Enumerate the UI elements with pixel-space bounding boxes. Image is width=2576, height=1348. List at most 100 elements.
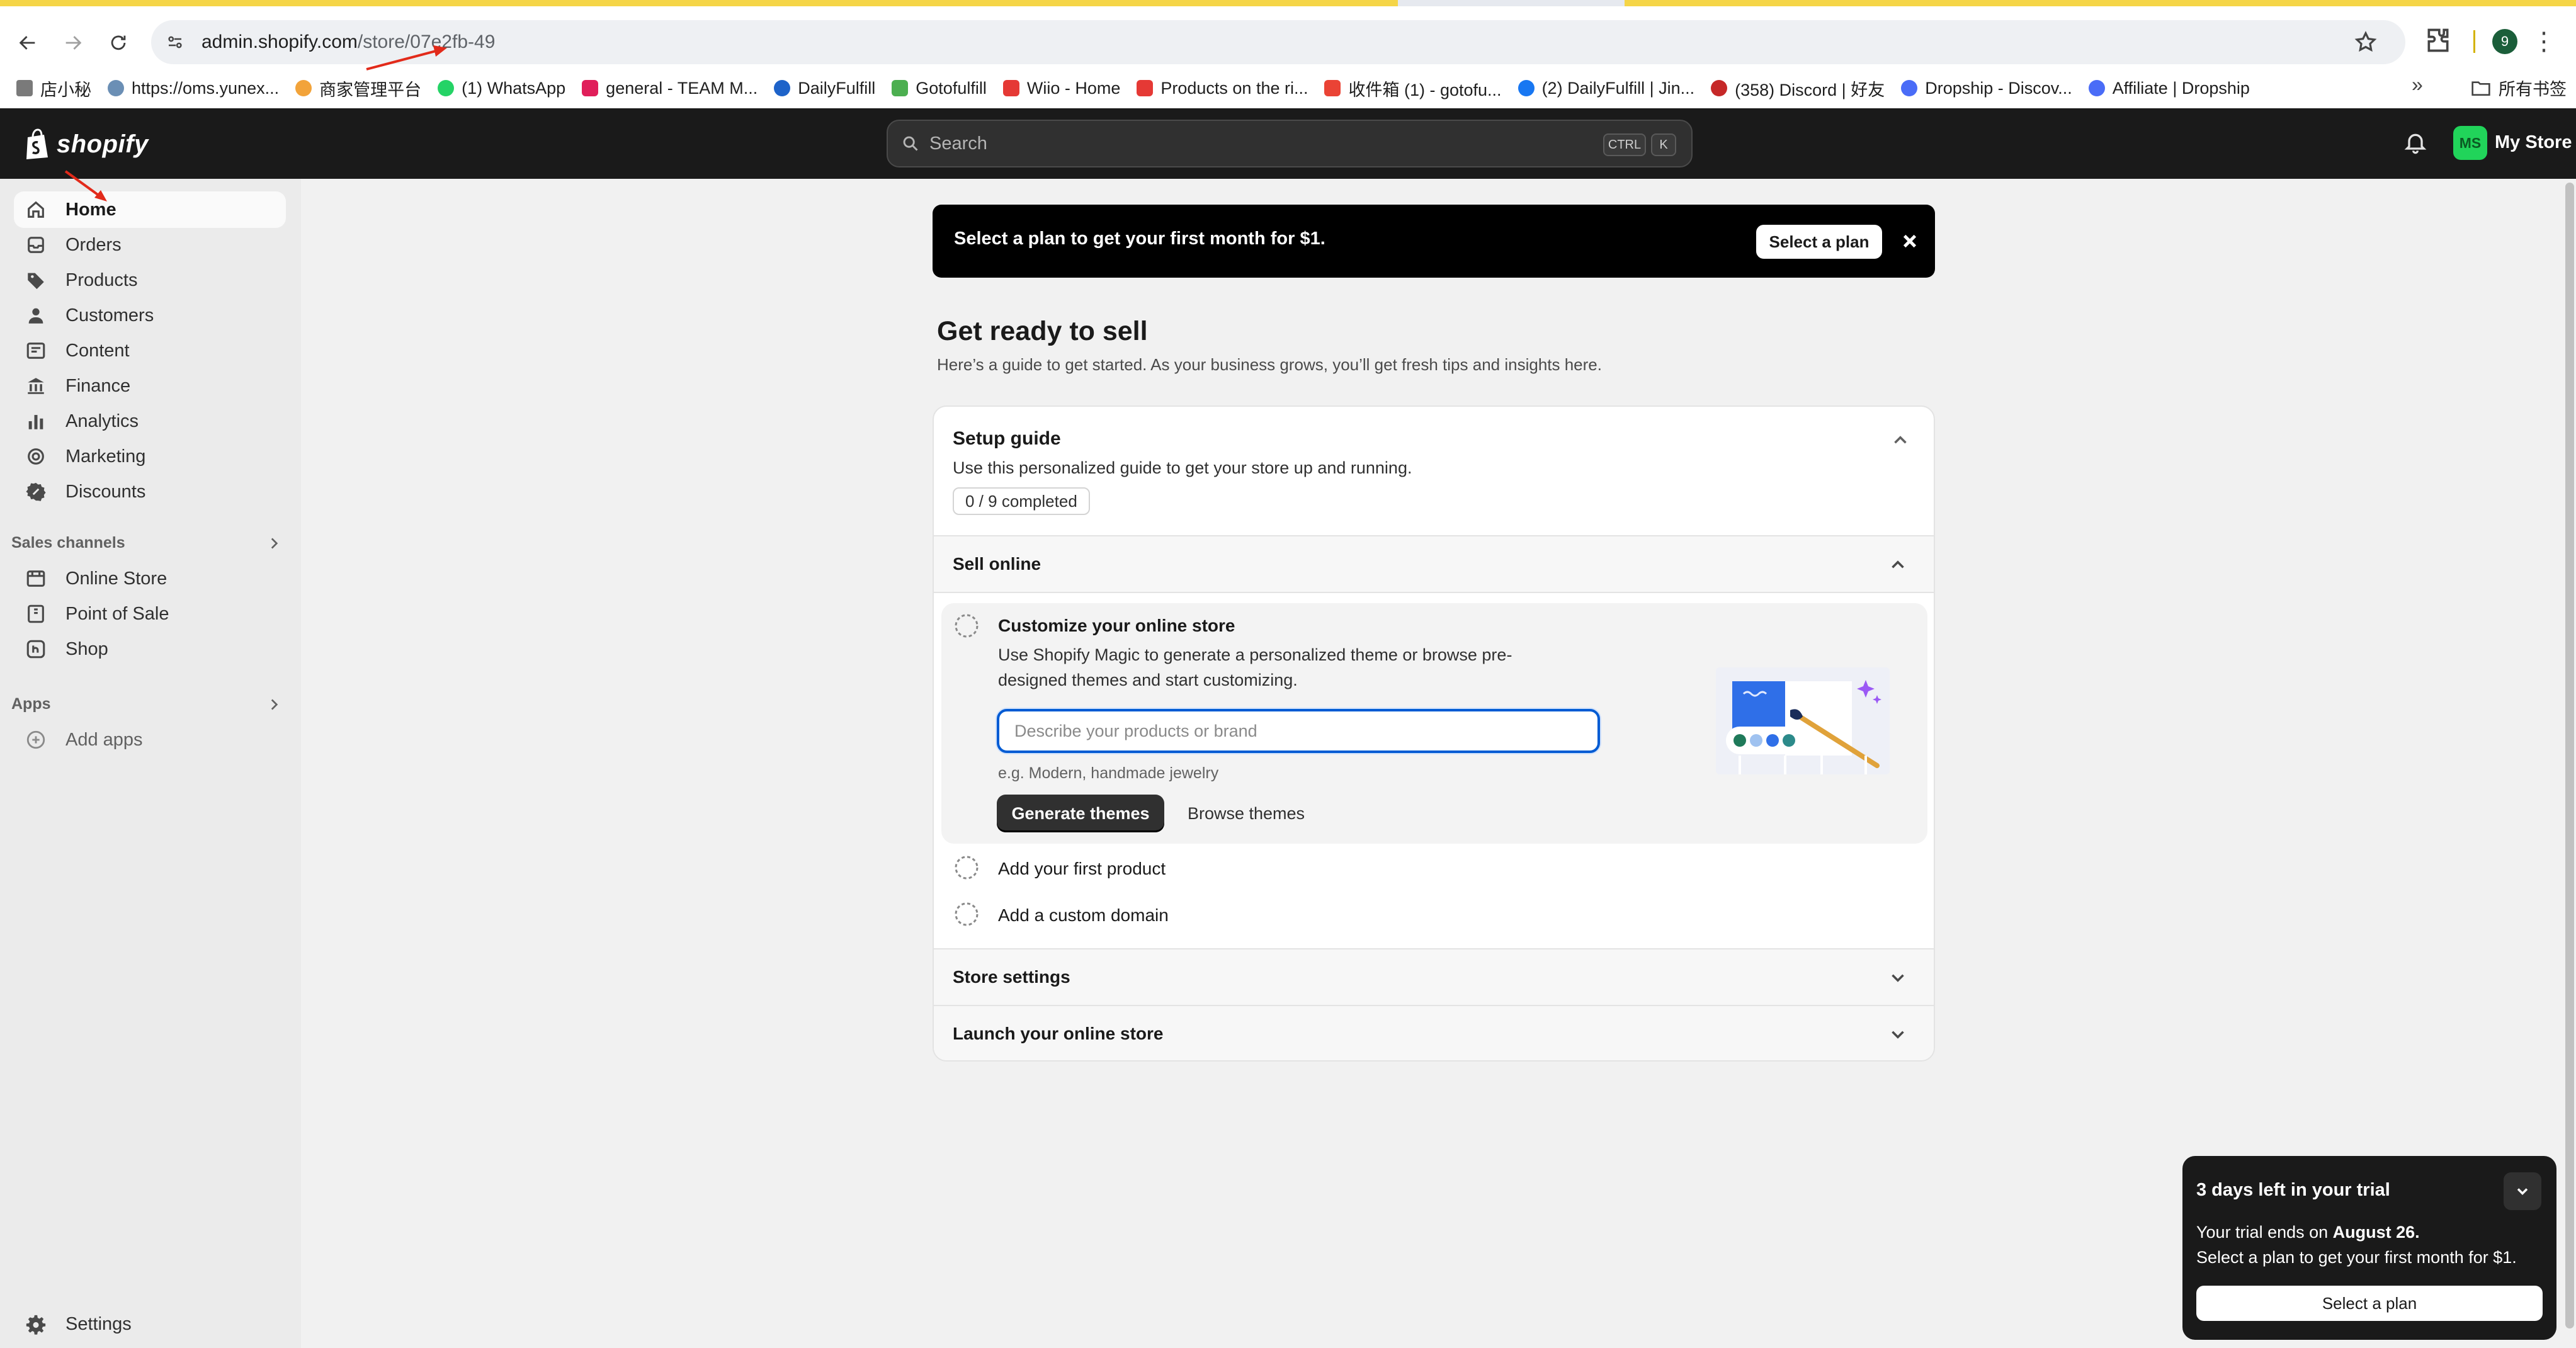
generate-themes-button[interactable]: Generate themes bbox=[997, 795, 1164, 832]
profile-avatar[interactable]: 9 bbox=[2492, 29, 2517, 54]
task-status-circle-icon[interactable] bbox=[954, 613, 979, 638]
tag-icon bbox=[28, 273, 44, 290]
bookmark-item[interactable]: Affiliate | Dropship bbox=[2088, 79, 2250, 98]
task-add-product[interactable]: Add your first product bbox=[934, 847, 1934, 892]
sidebar-item-label: Finance bbox=[65, 375, 131, 396]
trial-select-plan-button[interactable]: Select a plan bbox=[2196, 1286, 2543, 1321]
inbox-icon bbox=[28, 237, 44, 253]
gmail-icon bbox=[1324, 80, 1341, 96]
store-name[interactable]: My Store bbox=[2495, 132, 2572, 153]
browse-themes-button[interactable]: Browse themes bbox=[1183, 795, 1309, 832]
forward-button[interactable] bbox=[54, 24, 92, 62]
bookmark-label: (358) Discord | 好友 bbox=[1735, 80, 1885, 99]
bookmarks-folder-label: 所有书签 bbox=[2499, 80, 2567, 99]
brand-description-input[interactable] bbox=[1013, 720, 1597, 742]
sidebar-item-online-store[interactable]: Online Store bbox=[14, 560, 286, 597]
banner-text: Select a plan to get your first month fo… bbox=[954, 229, 1325, 249]
shopify-logo[interactable]: shopify bbox=[24, 128, 149, 160]
page-subtitle: Here’s a guide to get started. As your b… bbox=[937, 355, 1602, 374]
plan-banner: Select a plan to get your first month fo… bbox=[933, 205, 1935, 278]
bookmark-favicon-icon bbox=[295, 80, 312, 96]
shopify-bag-icon bbox=[26, 128, 48, 159]
task-status-circle-icon[interactable] bbox=[954, 855, 979, 880]
sidebar-item-settings[interactable]: Settings bbox=[14, 1306, 286, 1342]
section-launch-store[interactable]: Launch your online store bbox=[934, 1006, 1934, 1060]
reload-icon bbox=[111, 35, 126, 50]
sidebar-item-label: Add apps bbox=[65, 729, 143, 750]
chevron-up-icon[interactable] bbox=[1890, 429, 1911, 451]
bookmark-item[interactable]: general - TEAM M... bbox=[582, 79, 757, 98]
bookmark-item[interactable]: 店小秘 bbox=[16, 76, 91, 101]
select-plan-button[interactable]: Select a plan bbox=[1756, 225, 1882, 259]
address-bar[interactable]: admin.shopify.com/store/07e2fb-49 bbox=[151, 20, 2405, 64]
section-sell-online[interactable]: Sell online bbox=[934, 536, 1934, 592]
bookmark-item[interactable]: (358) Discord | 好友 bbox=[1711, 76, 1885, 101]
apps-header[interactable]: Apps bbox=[11, 695, 282, 713]
sidebar-item-shop[interactable]: Shop bbox=[14, 631, 286, 667]
bookmark-item[interactable]: (1) WhatsApp bbox=[438, 79, 565, 98]
bookmark-item[interactable]: Gotofulfill bbox=[892, 79, 987, 98]
apps-title: Apps bbox=[11, 695, 51, 713]
sidebar-item-label: Shop bbox=[65, 638, 108, 659]
bookmark-label: (2) DailyFulfill | Jin... bbox=[1541, 78, 1695, 98]
extensions-icon[interactable] bbox=[2424, 26, 2452, 54]
discount-icon bbox=[26, 482, 46, 501]
sidebar-item-content[interactable]: Content bbox=[14, 332, 286, 369]
notifications-bell-icon[interactable] bbox=[2403, 130, 2428, 155]
sidebar-item-discounts[interactable]: Discounts bbox=[14, 473, 286, 510]
task-status-circle-icon[interactable] bbox=[954, 902, 979, 927]
sidebar-item-home[interactable]: Home bbox=[14, 191, 286, 228]
browser-menu-icon[interactable]: ⋮ bbox=[2531, 28, 2556, 55]
divider bbox=[934, 592, 1934, 593]
bank-icon bbox=[28, 378, 44, 394]
trial-title: 3 days left in your trial bbox=[2196, 1180, 2390, 1200]
discord-icon bbox=[1711, 80, 1728, 96]
bookmark-label: 店小秘 bbox=[40, 80, 91, 99]
task-custom-domain[interactable]: Add a custom domain bbox=[934, 894, 1934, 938]
collapse-trial-button[interactable] bbox=[2504, 1172, 2541, 1210]
slack-icon bbox=[582, 80, 599, 96]
target-icon bbox=[28, 448, 44, 465]
setup-guide-description: Use this personalized guide to get your … bbox=[953, 458, 1412, 477]
sidebar-item-marketing[interactable]: Marketing bbox=[14, 438, 286, 475]
annotation-arrow bbox=[366, 45, 447, 71]
site-info-icon[interactable] bbox=[162, 30, 188, 55]
search-input[interactable]: Search CTRL K bbox=[887, 120, 1693, 167]
bookmark-item[interactable]: https://oms.yunex... bbox=[108, 79, 279, 98]
bookmarks-overflow-button[interactable]: » bbox=[2412, 73, 2423, 96]
sidebar-item-finance[interactable]: Finance bbox=[14, 368, 286, 404]
chevron-down-icon bbox=[1892, 1031, 1904, 1039]
sidebar-item-products[interactable]: Products bbox=[14, 262, 286, 298]
sales-channels-header[interactable]: Sales channels bbox=[11, 534, 282, 552]
all-bookmarks-folder[interactable]: 所有书签 bbox=[2471, 76, 2567, 100]
chevron-down-icon bbox=[1892, 974, 1904, 982]
bookmark-item[interactable]: 收件箱 (1) - gotofu... bbox=[1324, 76, 1502, 101]
bookmark-item[interactable]: (2) DailyFulfill | Jin... bbox=[1518, 78, 1695, 98]
bookmark-item[interactable]: DailyFulfill bbox=[774, 79, 875, 98]
sidebar-item-label: Point of Sale bbox=[65, 603, 169, 624]
chevron-up-icon bbox=[1892, 560, 1904, 569]
brand-description-field[interactable] bbox=[997, 709, 1600, 753]
bookmark-item[interactable]: Wiio - Home bbox=[1002, 79, 1120, 98]
close-icon[interactable] bbox=[1897, 229, 1922, 254]
reload-button[interactable] bbox=[99, 24, 137, 62]
sidebar-item-label: Online Store bbox=[65, 568, 167, 589]
scrollbar-thumb[interactable] bbox=[2565, 183, 2574, 1328]
sidebar-item-orders[interactable]: Orders bbox=[14, 227, 286, 263]
store-avatar[interactable]: MS bbox=[2453, 126, 2487, 160]
bookmark-label: 商家管理平台 bbox=[319, 80, 422, 99]
bookmark-item[interactable]: Products on the ri... bbox=[1137, 79, 1308, 98]
bookmark-favicon-icon bbox=[16, 80, 33, 96]
section-store-settings[interactable]: Store settings bbox=[934, 949, 1934, 1005]
sidebar-item-customers[interactable]: Customers bbox=[14, 297, 286, 334]
sidebar-item-point-of-sale[interactable]: Point of Sale bbox=[14, 596, 286, 632]
sidebar-item-analytics[interactable]: Analytics bbox=[14, 403, 286, 439]
bookmarks-bar: 店小秘 https://oms.yunex... 商家管理平台 (1) What… bbox=[0, 72, 2576, 105]
back-button[interactable] bbox=[9, 24, 47, 62]
sidebar-item-add-apps[interactable]: Add apps bbox=[14, 722, 286, 758]
toolbar-divider bbox=[2473, 30, 2475, 53]
bookmark-star-icon[interactable] bbox=[2354, 30, 2378, 54]
bookmark-item[interactable]: 商家管理平台 bbox=[295, 76, 421, 101]
plus-circle-icon bbox=[26, 730, 45, 749]
bookmark-item[interactable]: Dropship - Discov... bbox=[1901, 79, 2072, 98]
